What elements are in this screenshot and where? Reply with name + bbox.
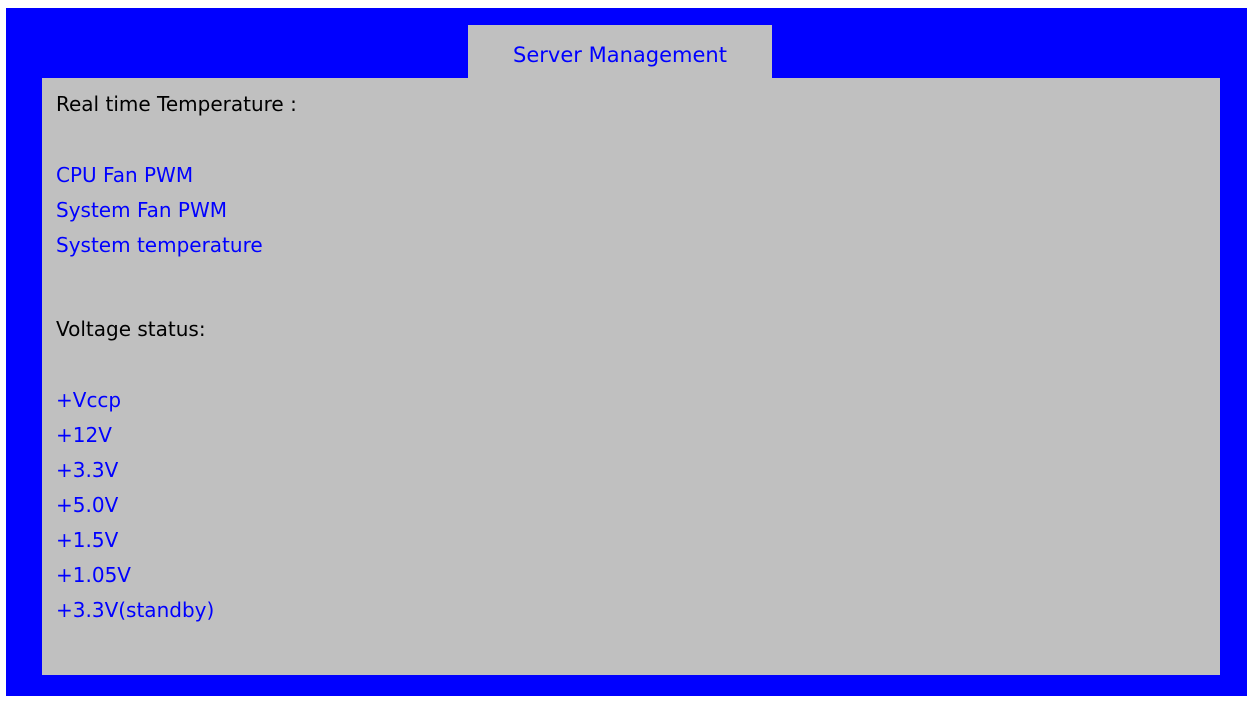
menu-item-5-0v[interactable]: +5.0V: [56, 490, 118, 520]
menu-item-system-temperature[interactable]: System temperature: [56, 230, 263, 260]
menu-item-cpu-fan-pwm[interactable]: CPU Fan PWM: [56, 160, 193, 190]
main-panel: Real time Temperature : CPU Fan PWM Syst…: [42, 78, 1220, 675]
tab-server-management[interactable]: Server Management: [468, 25, 772, 78]
tab-bar: Server Management: [6, 8, 1247, 78]
menu-item-1-05v[interactable]: +1.05V: [56, 560, 131, 590]
menu-item-3-3v[interactable]: +3.3V: [56, 455, 118, 485]
panel-content: Real time Temperature : CPU Fan PWM Syst…: [56, 78, 1206, 675]
temperature-section-header: Real time Temperature :: [56, 92, 297, 116]
voltage-section-header: Voltage status:: [56, 317, 206, 341]
menu-item-1-5v[interactable]: +1.5V: [56, 525, 118, 555]
menu-item-vccp[interactable]: +Vccp: [56, 385, 121, 415]
menu-item-12v[interactable]: +12V: [56, 420, 112, 450]
menu-item-system-fan-pwm[interactable]: System Fan PWM: [56, 195, 227, 225]
bios-setup-frame: Server Management Real time Temperature …: [6, 8, 1247, 696]
menu-item-3-3v-standby[interactable]: +3.3V(standby): [56, 595, 214, 625]
